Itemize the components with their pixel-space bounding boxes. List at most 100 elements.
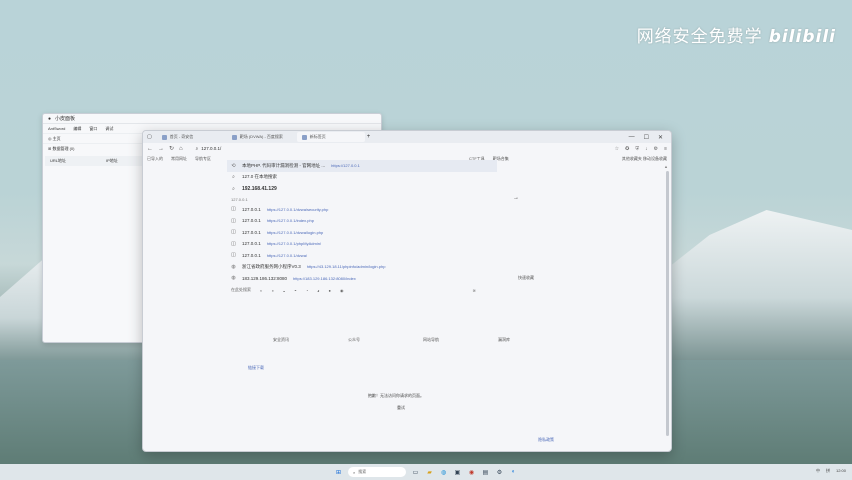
ime-indicator[interactable]: 中 (816, 468, 820, 474)
ime-mode[interactable]: 拼 (826, 468, 830, 474)
suggestion-item[interactable]: ⌕ 192.168.41.129 (227, 183, 497, 195)
globe-icon: ◍ (231, 275, 236, 282)
engine-icon[interactable]: ◔ (306, 288, 308, 293)
history-item[interactable]: ◫ 127.0.0.1 https://127.0.0.1/phpMyAdmin/ (227, 238, 497, 250)
browser-icon[interactable]: ◐ (509, 468, 518, 477)
bookmark-item[interactable]: 常用网址 (171, 156, 187, 162)
column-link[interactable]: 网站导航 (423, 337, 498, 343)
star-icon[interactable]: ☆ (615, 146, 619, 152)
wifi-icon[interactable]: ≋ (472, 288, 475, 293)
maximize-button[interactable]: ☐ (644, 134, 649, 141)
taskbar-search[interactable]: ⌕ 搜索 (348, 467, 406, 477)
settings-icon[interactable]: ⚙ (654, 146, 658, 152)
new-tab-icon[interactable]: + (367, 134, 371, 140)
engine-icon[interactable]: ◒ (283, 288, 285, 293)
minimize-button[interactable]: — (629, 134, 635, 141)
history-item[interactable]: ◫ 127.0.0.1 https://127.0.0.1/dvwa/securit… (227, 204, 497, 216)
settings-icon[interactable]: ⚙ (495, 468, 504, 477)
history-item[interactable]: ◫ 127.0.0.1 https://127.0.0.1/dvwa/ (227, 250, 497, 262)
store-icon[interactable]: ▣ (453, 468, 462, 477)
menu-item[interactable]: 窗口 (89, 126, 97, 132)
column-header[interactable]: URL地址 (50, 158, 66, 164)
suggestion-text: 127.0 在本地搜索 (242, 174, 278, 180)
engine-icon[interactable]: ◐ (260, 288, 262, 293)
download-link[interactable]: 链接下载 (248, 365, 264, 371)
privacy-link[interactable]: 隐私政策 (538, 437, 554, 443)
bookmark-item[interactable]: 已导入的 (147, 156, 163, 162)
toolbar-extensions: ☆ ✪ ⛨ ↓ ⚙ ≡ (615, 146, 667, 152)
suggestion-item[interactable]: ⟲ 本地PHP. 代码审计漏洞检测 - 官网地址 ... https://127… (227, 160, 497, 172)
tab-bar: ▢ 首页 - 奇安信 靶场 (DVWA) - 百度搜索 新标签页 + — ☐ ✕ (143, 131, 671, 143)
menu-item[interactable]: 编辑 (73, 126, 81, 132)
menu-icon[interactable]: ≡ (664, 146, 667, 152)
tab-favicon-icon (231, 134, 237, 140)
bookmark-item[interactable]: 导航专区 (195, 156, 211, 162)
tab-new[interactable]: 新标签页 (296, 132, 365, 142)
address-input[interactable]: 127.0.0.1/ (201, 146, 221, 151)
taskbar: ⊞ ⌕ 搜索 ▭ ▰ ◍ ▣ ◉ ▤ ⚙ ◐ 中 拼 12:00 (0, 464, 852, 480)
back-icon[interactable]: ← (147, 146, 153, 152)
edge-icon[interactable]: ◍ (439, 468, 448, 477)
download-icon[interactable]: ↓ (645, 146, 648, 152)
history-item[interactable]: ◍ 浙江省政府服务网小程序V0.3 https://43.129.18.11/php… (227, 261, 497, 273)
engine-label: 在此处搜索 (231, 287, 251, 292)
app-icon: ● (48, 115, 52, 122)
bookmark-other[interactable]: 其他收藏夹 移动设备收藏 (622, 156, 667, 162)
engine-icon[interactable]: ◉ (340, 288, 344, 293)
history-url: https://127.0.0.1/phpMyAdmin/ (266, 241, 322, 247)
forward-icon[interactable]: → (158, 146, 164, 152)
menu-item[interactable]: AntSword (48, 126, 65, 131)
address-bar[interactable]: ⌕ 127.0.0.1/ (196, 145, 446, 153)
menu-item[interactable]: 调试 (105, 126, 113, 132)
scrollbar[interactable] (666, 171, 669, 436)
extension-icon[interactable]: ✪ (625, 146, 629, 152)
tab-actions-icon[interactable]: ▢ (147, 134, 152, 140)
task-view-icon[interactable]: ▭ (411, 468, 420, 477)
file-explorer-icon[interactable]: ▰ (425, 468, 434, 477)
tab-favicon-icon (301, 134, 307, 140)
history-text: 127.0.0.1 (242, 252, 261, 258)
engine-icon[interactable]: ◕ (317, 288, 319, 293)
clock[interactable]: 12:00 (836, 468, 846, 474)
nav-toolbar: ← → ↻ ⌂ ⌕ 127.0.0.1/ ☆ ✪ ⛨ ↓ ⚙ ≡ (143, 143, 671, 154)
column-header[interactable]: IP地址 (106, 158, 118, 164)
retry-button[interactable]: 重试 (397, 405, 405, 411)
engine-icon[interactable]: ◑ (271, 288, 273, 293)
history-url: https://127.0.0.1/dvwa/login.php (266, 229, 324, 235)
close-button[interactable]: ✕ (658, 134, 663, 141)
history-text: 127.0.0.1 (242, 229, 261, 235)
history-item[interactable]: ◍ 183.129.186.132:8080 https://183.129.186… (227, 273, 497, 285)
engine-icon[interactable]: ● (329, 288, 331, 293)
page-icon: ◫ (231, 217, 236, 224)
tab-search[interactable]: 靶场 (DVWA) - 百度搜索 (227, 132, 295, 142)
side-label[interactable]: 快速收藏 (518, 275, 534, 281)
chrome-icon[interactable]: ◉ (467, 468, 476, 477)
history-text: 127.0.0.1 (242, 241, 261, 247)
home-icon[interactable]: ⌂ (179, 146, 183, 152)
refresh-icon[interactable]: ↻ (169, 145, 174, 152)
column-link[interactable]: 漏洞库 (498, 337, 573, 343)
error-message: 抱歉！无法访问你请求的页面。 (368, 393, 424, 398)
terminal-icon[interactable]: ▤ (481, 468, 490, 477)
suggestion-text: 192.168.41.129 (242, 185, 277, 192)
search-icon: ⌕ (353, 469, 356, 475)
suggestion-item[interactable]: ⌕ 127.0 在本地搜索 (227, 172, 497, 184)
shield-icon[interactable]: ⛨ (635, 146, 639, 152)
tab-home[interactable]: 首页 - 奇安信 (157, 132, 225, 142)
tab-label: 首页 - 奇安信 (169, 134, 194, 139)
arrow-right-icon[interactable]: → (513, 195, 519, 201)
browser-window[interactable]: ▢ 首页 - 奇安信 靶场 (DVWA) - 百度搜索 新标签页 + — ☐ ✕… (142, 130, 672, 452)
history-text: 127.0.0.1 (242, 206, 261, 212)
antsword-titlebar[interactable]: ● 小皮面板 (43, 114, 381, 124)
history-url: https://183.129.186.132:8080/index (293, 275, 356, 281)
search-engine-row: 在此处搜索 ◐ ◑ ◒ ◓ ◔ ◕ ● ◉ ≋ (227, 284, 497, 296)
history-item[interactable]: ◫ 127.0.0.1 https://127.0.0.1/dvwa/login.p… (227, 227, 497, 239)
history-item[interactable]: ◫ 127.0.0.1 https://127.0.0.1/index.php (227, 215, 497, 227)
scroll-up-icon[interactable]: ▲ (664, 164, 668, 169)
column-link[interactable]: 安全资讯 (273, 337, 348, 343)
globe-icon: ◍ (231, 263, 236, 270)
history-text: 183.129.186.132:8080 (242, 275, 288, 281)
start-icon[interactable]: ⊞ (334, 468, 343, 477)
engine-icon[interactable]: ◓ (294, 288, 296, 293)
column-link[interactable]: 公众号 (348, 337, 423, 343)
